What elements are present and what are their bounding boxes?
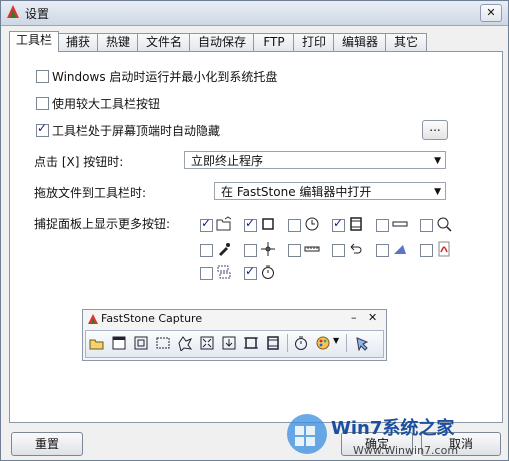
chevron-down-icon: ▼ <box>434 187 441 197</box>
preview-minimize-button[interactable]: – <box>351 311 357 324</box>
ruler-icon <box>304 246 320 252</box>
timer-clock-icon <box>305 217 319 231</box>
tab-editor[interactable]: 编辑器 <box>333 33 387 51</box>
window-close-button[interactable]: ✕ <box>480 4 502 22</box>
tab-toolbar[interactable]: 工具栏 <box>9 31 59 52</box>
crosshair-icon <box>261 242 275 256</box>
settings-window: 设置 ✕ 工具栏 捕获 热键 文件名 自动保存 FTP 打印 编辑器 其它 Wi… <box>0 0 509 461</box>
toolbar-separator <box>346 334 347 352</box>
watermark: Win7系统之家 Www.Winwin7.com <box>287 414 458 457</box>
more-button-checkbox[interactable] <box>200 216 213 232</box>
startup-tray-checkbox[interactable] <box>36 70 49 83</box>
more-button-checkbox[interactable] <box>332 216 345 232</box>
screen-bar-icon <box>392 221 408 227</box>
more-button-checkbox[interactable] <box>288 219 301 232</box>
reset-button[interactable]: 重置 <box>11 432 83 456</box>
more-button-checkbox[interactable] <box>244 244 257 257</box>
close-action-value: 立即终止程序 <box>191 154 264 168</box>
drag-action-select[interactable]: 在 FastStone 编辑器中打开 ▼ <box>214 182 446 200</box>
tab-autosave[interactable]: 自动保存 <box>189 33 255 51</box>
output-palette-icon[interactable] <box>315 335 331 351</box>
large-buttons-label: 使用较大工具栏按钮 <box>52 97 161 111</box>
stopwatch-icon <box>262 265 274 279</box>
tab-capture[interactable]: 捕获 <box>57 33 99 51</box>
more-button-checkbox[interactable] <box>288 244 301 257</box>
more-button-checkbox[interactable] <box>244 264 257 280</box>
tab-hotkeys[interactable]: 热键 <box>97 33 139 51</box>
more-buttons-label: 捕捉面板上显示更多按钮: <box>34 217 171 231</box>
more-button-checkbox[interactable] <box>376 219 389 232</box>
auto-hide-label: 工具栏处于屏幕顶端时自动隐藏 <box>52 124 221 138</box>
more-button-checkbox[interactable] <box>332 244 345 257</box>
preview-close-button[interactable]: ✕ <box>368 311 377 324</box>
watermark-url: Www.Winwin7.com <box>353 444 458 457</box>
split-region-icon <box>217 265 231 279</box>
auto-hide-settings-button[interactable]: ... <box>422 120 448 140</box>
more-button-checkbox[interactable] <box>244 216 257 232</box>
close-action-label: 点击 [X] 按钮时: <box>34 155 124 169</box>
magnifier-icon <box>437 217 452 232</box>
freehand-capture-icon[interactable] <box>177 335 193 351</box>
window-title: 设置 <box>25 7 50 21</box>
open-folder-icon <box>216 216 232 231</box>
toolbar-separator <box>287 334 288 352</box>
color-picker-icon <box>219 243 230 256</box>
more-button-checkbox[interactable] <box>200 267 213 280</box>
close-action-select[interactable]: 立即终止程序 ▼ <box>184 151 446 169</box>
capture-rectangle-icon <box>262 218 274 230</box>
rectangle-capture-icon[interactable] <box>155 335 171 351</box>
preview-title: FastStone Capture <box>101 312 203 325</box>
fullscreen-capture-icon[interactable] <box>199 335 215 351</box>
faststone-logo-icon <box>7 5 19 18</box>
pdf-icon <box>438 241 450 257</box>
scrolling-capture-icon[interactable] <box>221 335 237 351</box>
large-buttons-checkbox[interactable] <box>36 97 49 110</box>
preview-tool-strip: ▼ <box>85 330 384 358</box>
more-button-checkbox[interactable] <box>200 244 213 257</box>
watermark-text: Win7系统之家 <box>331 417 455 439</box>
more-button-checkbox[interactable] <box>420 244 433 257</box>
drag-action-value: 在 FastStone 编辑器中打开 <box>221 185 372 199</box>
window-capture-icon[interactable] <box>111 335 127 351</box>
undo-arrow-icon <box>350 243 362 254</box>
chevron-down-icon[interactable]: ▼ <box>333 336 339 345</box>
video-icon[interactable] <box>265 335 281 351</box>
faststone-logo-icon <box>88 314 98 324</box>
tab-ftp[interactable]: FTP <box>253 33 295 51</box>
chevron-down-icon: ▼ <box>434 156 441 166</box>
drag-action-label: 拖放文件到工具栏时: <box>34 186 147 200</box>
video-record-icon <box>350 217 362 231</box>
settings-icon[interactable] <box>354 335 370 351</box>
tab-print[interactable]: 打印 <box>293 33 335 51</box>
startup-tray-label: Windows 启动时运行并最小化到系统托盘 <box>52 70 278 84</box>
delay-timer-icon[interactable] <box>293 335 309 351</box>
auto-hide-checkbox[interactable] <box>36 121 49 137</box>
title-bar: 设置 ✕ <box>1 1 508 26</box>
fixed-region-icon[interactable] <box>243 335 259 351</box>
object-capture-icon[interactable] <box>133 335 149 351</box>
toolbar-preview: FastStone Capture – ✕ ▼ <box>82 309 387 361</box>
scanner-icon <box>394 245 406 254</box>
toolbar-settings-panel: Windows 启动时运行并最小化到系统托盘 使用较大工具栏按钮 工具栏处于屏幕… <box>9 51 503 423</box>
more-button-checkbox[interactable] <box>376 244 389 257</box>
tab-filename[interactable]: 文件名 <box>137 33 191 51</box>
open-icon[interactable] <box>89 335 105 351</box>
more-button-checkbox[interactable] <box>420 219 433 232</box>
tab-other[interactable]: 其它 <box>385 33 427 51</box>
